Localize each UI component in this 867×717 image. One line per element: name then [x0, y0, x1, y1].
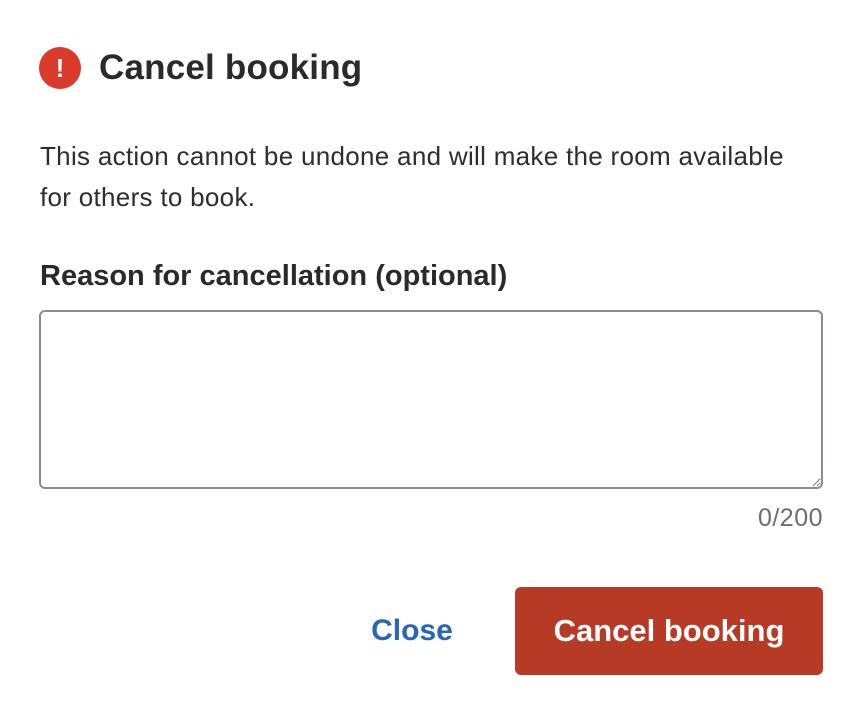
dialog-title: Cancel booking: [99, 48, 363, 87]
cancel-booking-dialog: ! Cancel booking This action cannot be u…: [0, 0, 867, 717]
alert-circle-icon: !: [39, 47, 81, 89]
close-button[interactable]: Close: [358, 600, 466, 662]
reason-textarea[interactable]: [39, 310, 823, 489]
reason-label: Reason for cancellation (optional): [40, 260, 508, 292]
dialog-message: This action cannot be undone and will ma…: [40, 141, 784, 212]
confirm-cancel-booking-button[interactable]: Cancel booking: [515, 587, 823, 675]
dialog-header: ! Cancel booking: [39, 47, 362, 89]
character-counter: 0/200: [757, 504, 823, 532]
